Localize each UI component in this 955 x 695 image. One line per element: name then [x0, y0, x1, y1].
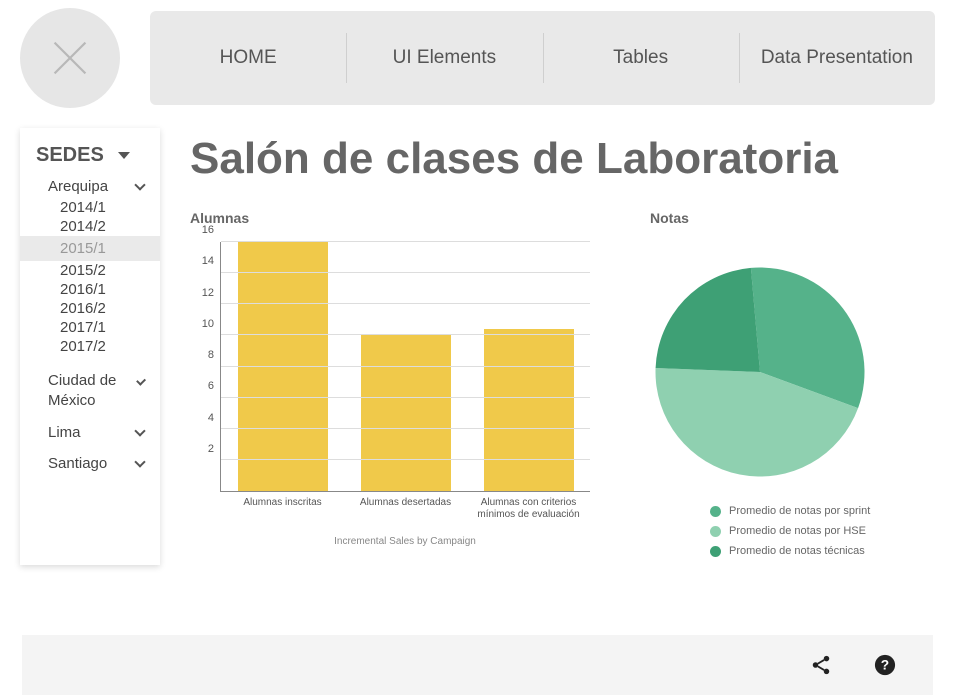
- legend-item: Promedio de notas por HSE: [650, 525, 910, 537]
- sidebar-city-label: Lima: [48, 424, 81, 441]
- y-tick: 6: [208, 380, 214, 392]
- navbar: HOME UI Elements Tables Data Presentatio…: [150, 11, 935, 105]
- page-title: Salón de clases de Laboratoria: [190, 134, 935, 184]
- chevron-down-icon: [134, 425, 145, 436]
- nav-tables[interactable]: Tables: [543, 37, 739, 79]
- bar: [361, 335, 451, 491]
- x-label: Alumnas con criterios mínimos de evaluac…: [469, 497, 589, 521]
- bar: [484, 329, 574, 491]
- period-list: 2014/1 2014/2 2015/1 2015/2 2016/1 2016/…: [20, 198, 160, 356]
- y-tick: 12: [202, 287, 214, 299]
- bar-chart: 246810121416 Alumnas inscritasAlumnas de…: [190, 242, 590, 492]
- pie-chart-title: Notas: [650, 210, 910, 226]
- period-item[interactable]: 2017/1: [20, 318, 160, 337]
- sidebar-city-santiago[interactable]: Santiago: [20, 452, 160, 475]
- sidebar-city-label: Ciudad de México: [48, 371, 138, 410]
- sidebar-header-sedes[interactable]: SEDES: [20, 140, 160, 175]
- period-item[interactable]: 2016/2: [20, 299, 160, 318]
- bar-chart-subtitle: Incremental Sales by Campaign: [190, 536, 590, 547]
- legend-label: Promedio de notas por sprint: [729, 505, 870, 517]
- grid-line: [221, 397, 590, 398]
- grid-line: [221, 428, 590, 429]
- bar-chart-title: Alumnas: [190, 210, 590, 226]
- x-label: Alumnas desertadas: [346, 497, 466, 521]
- share-button[interactable]: [809, 653, 833, 677]
- sidebar-header-label: SEDES: [36, 144, 104, 167]
- grid-line: [221, 272, 590, 273]
- bar-plot-area: Alumnas inscritasAlumnas desertadasAlumn…: [220, 242, 590, 492]
- close-x-icon: [48, 36, 92, 80]
- sidebar-city-label: Santiago: [48, 455, 107, 472]
- grid-line: [221, 334, 590, 335]
- nav-ui-elements[interactable]: UI Elements: [346, 37, 542, 79]
- sidebar-city-arequipa[interactable]: Arequipa: [20, 175, 160, 198]
- help-button[interactable]: ?: [873, 653, 897, 677]
- period-item[interactable]: 2014/2: [20, 217, 160, 236]
- sidebar: SEDES Arequipa 2014/1 2014/2 2015/1 2015…: [20, 128, 160, 565]
- sidebar-city-cdmx[interactable]: Ciudad de México: [20, 368, 160, 413]
- pie-slice: [656, 268, 760, 372]
- y-tick: 10: [202, 318, 214, 330]
- grid-line: [221, 241, 590, 242]
- y-tick: 14: [202, 255, 214, 267]
- sidebar-city-lima[interactable]: Lima: [20, 421, 160, 444]
- nav-home[interactable]: HOME: [150, 37, 346, 79]
- caret-down-icon: [118, 152, 130, 159]
- period-item[interactable]: 2015/2: [20, 261, 160, 280]
- pie-chart-container: Notas Promedio de notas por sprintPromed…: [650, 210, 910, 565]
- y-tick: 16: [202, 224, 214, 236]
- top-bar: HOME UI Elements Tables Data Presentatio…: [0, 0, 955, 108]
- legend-swatch: [710, 546, 721, 557]
- bar: [238, 242, 328, 491]
- legend-item: Promedio de notas por sprint: [650, 505, 910, 517]
- legend-item: Promedio de notas técnicas: [650, 545, 910, 557]
- svg-text:?: ?: [881, 658, 889, 673]
- y-tick: 8: [208, 349, 214, 361]
- share-icon: [810, 654, 832, 676]
- x-label: Alumnas inscritas: [223, 497, 343, 521]
- footer-bar: ?: [22, 635, 933, 695]
- bar-chart-container: Alumnas 246810121416 Alumnas inscritasAl…: [190, 210, 590, 565]
- pie-chart: [650, 262, 870, 482]
- grid-line: [221, 303, 590, 304]
- chevron-down-icon: [134, 179, 145, 190]
- main-content: Salón de clases de Laboratoria Alumnas 2…: [190, 128, 935, 565]
- sidebar-city-label: Arequipa: [48, 178, 108, 195]
- period-item[interactable]: 2016/1: [20, 280, 160, 299]
- grid-line: [221, 366, 590, 367]
- legend-label: Promedio de notas técnicas: [729, 545, 865, 557]
- y-tick: 2: [208, 443, 214, 455]
- logo: [20, 8, 120, 108]
- y-tick: 4: [208, 412, 214, 424]
- nav-data-presentation[interactable]: Data Presentation: [739, 37, 935, 79]
- legend-label: Promedio de notas por HSE: [729, 525, 866, 537]
- bar-y-axis: 246810121416: [190, 242, 220, 492]
- chevron-down-icon: [134, 456, 145, 467]
- period-item[interactable]: 2014/1: [20, 198, 160, 217]
- pie-legend: Promedio de notas por sprint Promedio de …: [650, 505, 910, 557]
- help-icon: ?: [874, 654, 896, 676]
- grid-line: [221, 459, 590, 460]
- period-item[interactable]: 2017/2: [20, 337, 160, 356]
- period-item-selected[interactable]: 2015/1: [20, 236, 160, 261]
- legend-swatch: [710, 526, 721, 537]
- legend-swatch: [710, 506, 721, 517]
